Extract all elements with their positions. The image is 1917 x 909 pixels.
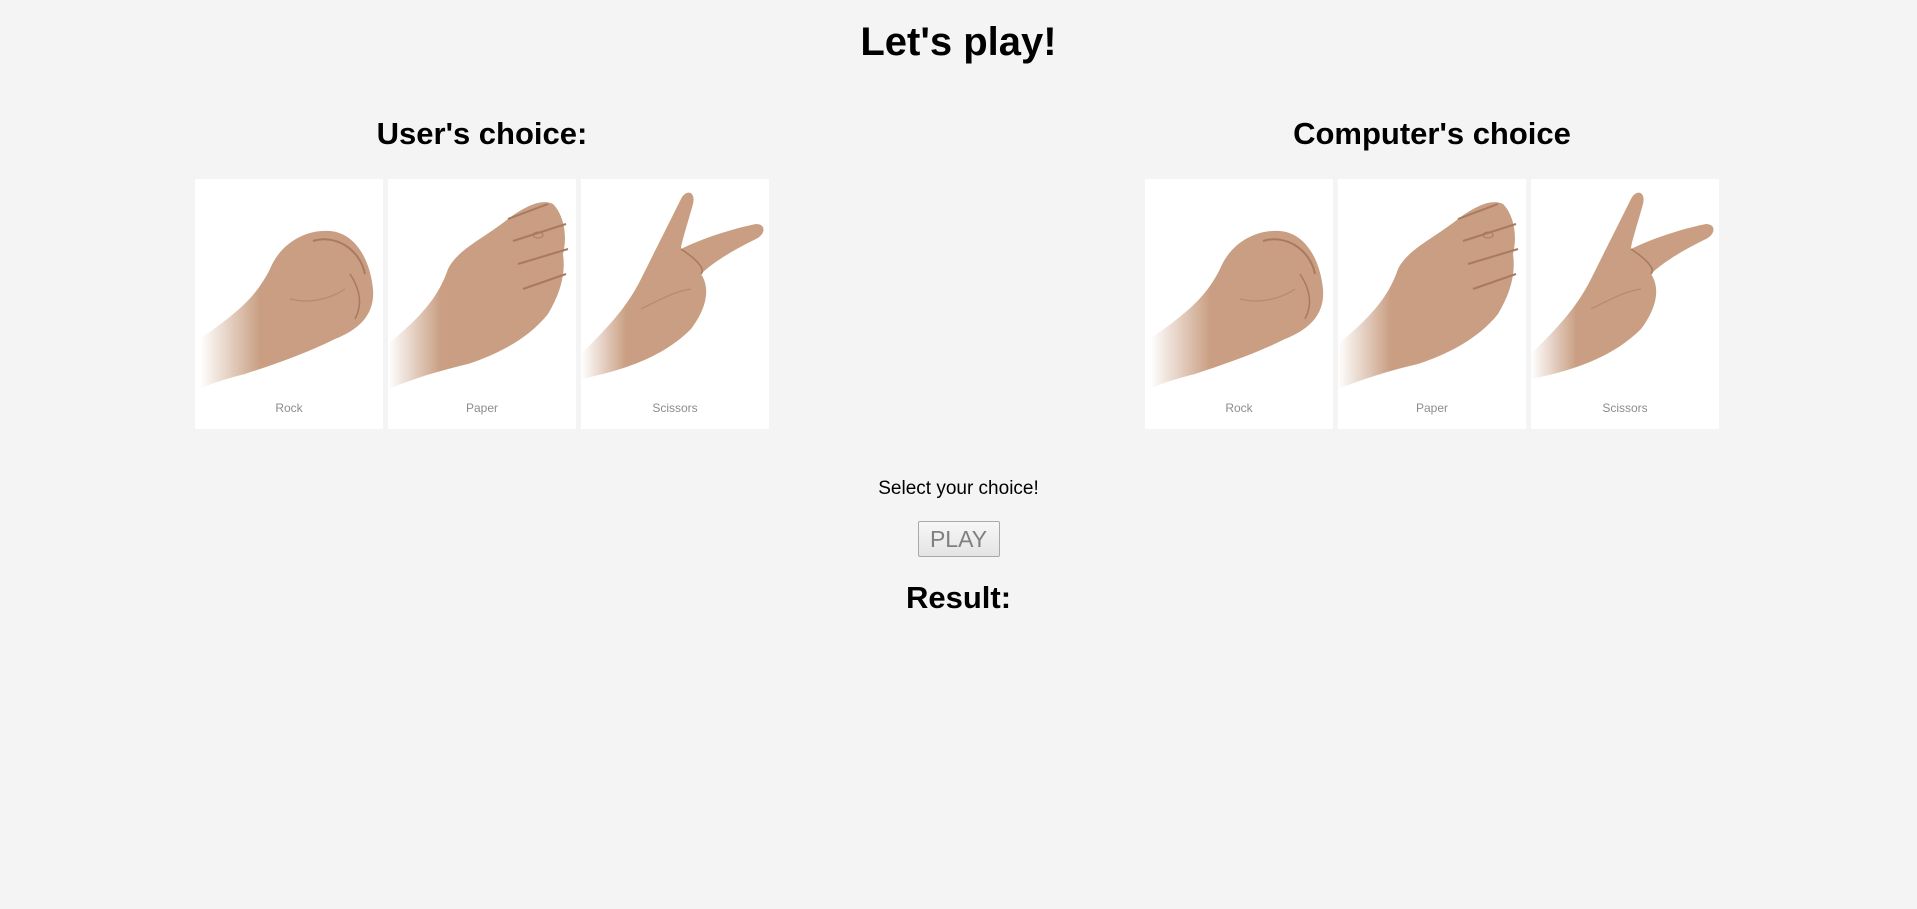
card-label: Scissors [1602,401,1648,415]
rock-hand-icon [1150,230,1324,389]
card-label: Rock [275,401,303,415]
result-label: Result: [905,580,1012,615]
paper-hand-icon [1338,202,1519,389]
play-button[interactable]: PLAY [917,521,1000,557]
card-label: Paper [1415,401,1449,415]
scissors-hand-icon [581,192,764,379]
computer-choice-rock: Rock [1145,179,1333,429]
rock-hand-icon [200,230,374,389]
scissors-hand-icon [1531,192,1714,379]
card-label: Paper [465,401,499,415]
paper-hand-icon [388,202,569,389]
user-choice-scissors[interactable]: Scissors [581,179,769,429]
user-choice-cards: Rock Paper Scissors [195,179,769,429]
card-label: Rock [1225,401,1253,415]
computer-choice-cards: Rock Paper Scissors [1145,179,1719,429]
card-label: Scissors [652,401,698,415]
page-title: Let's play! [860,20,1057,64]
user-choice-heading: User's choice: [376,116,588,151]
computer-choice-heading: Computer's choice [1293,116,1571,151]
status-message: Select your choice! [878,478,1039,499]
computer-choice-scissors: Scissors [1531,179,1719,429]
user-choice-paper[interactable]: Paper [388,179,576,429]
computer-choice-paper: Paper [1338,179,1526,429]
play-button-wrapper: PLAY [0,521,1917,557]
user-choice-rock[interactable]: Rock [195,179,383,429]
